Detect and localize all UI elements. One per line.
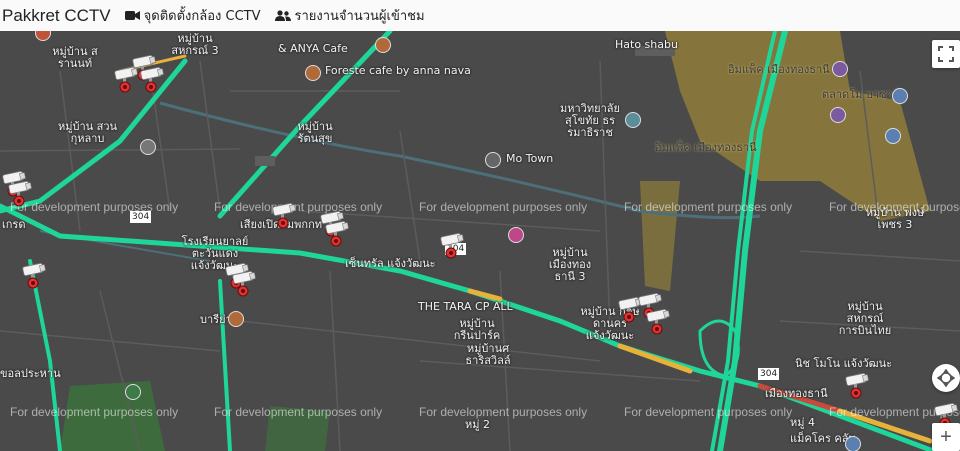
place-label: หมู่บ้าน สหกรณ์ 3 — [171, 32, 219, 57]
road-shield: 304 — [758, 368, 780, 380]
nav-visitor-report[interactable]: รายงานจำนวนผู้เข้าชม — [274, 5, 425, 26]
poi-marker[interactable] — [375, 37, 391, 53]
poi-marker[interactable] — [885, 128, 901, 144]
place-label: Foreste cafe by anna nava — [325, 64, 471, 77]
place-label: THE TARA CP ALL — [418, 300, 513, 313]
poi-marker[interactable] — [485, 152, 501, 168]
cctv-camera-marker[interactable] — [20, 263, 50, 289]
place-label: หมู่ 2 — [465, 418, 490, 431]
place-label: หมู่ 4 — [790, 416, 815, 429]
cctv-camera-marker[interactable] — [438, 233, 468, 259]
place-label: หมู่บ้าน รัตนสุข — [297, 120, 333, 145]
place-label: Mo Town — [506, 152, 554, 165]
poi-marker[interactable] — [830, 107, 846, 123]
fullscreen-icon — [938, 46, 954, 62]
cctv-camera-marker[interactable] — [843, 373, 873, 399]
users-icon — [274, 9, 291, 21]
poi-marker[interactable] — [508, 227, 524, 243]
cctv-camera-marker[interactable] — [6, 181, 36, 207]
place-label: เซ็นทรัล แจ้งวัฒนะ — [345, 257, 436, 270]
cctv-camera-marker[interactable] — [270, 203, 300, 229]
fullscreen-button[interactable] — [932, 40, 960, 68]
poi-marker[interactable] — [625, 112, 641, 128]
place-label: นิช โมโน แจ้งวัฒนะ — [795, 357, 893, 370]
place-label: หมู่บ้าน กรีนปาร์ค — [453, 317, 501, 342]
locate-button[interactable] — [932, 364, 960, 392]
cctv-camera-marker[interactable] — [138, 67, 168, 93]
poi-marker[interactable] — [125, 384, 141, 400]
watermark: For development purposes only — [419, 405, 588, 419]
place-label: หมู่บ้าน เมืองทอง ธานี 3 — [548, 246, 592, 283]
place-label: หมู่บ้าน สวนกุหลาบ — [57, 120, 118, 145]
watermark: For development purposes only — [10, 405, 179, 419]
location-icon — [937, 369, 955, 387]
place-label: อิมแพ็ค เมืองทองธานี — [728, 63, 830, 76]
poi-marker[interactable] — [228, 311, 244, 327]
nav-visitor-report-label: รายงานจำนวนผู้เข้าชม — [294, 9, 425, 24]
place-label: หมู่บ้านศ ธาริสวิลล์ — [465, 342, 511, 367]
watermark: For development purposes only — [214, 405, 383, 419]
poi-marker[interactable] — [845, 436, 861, 451]
brand-title[interactable]: Pakkret CCTV — [2, 6, 111, 26]
place-label: & ANYA Cafe — [278, 42, 348, 55]
place-label: มหาวิทยาลัย สุโขทัย ธรรมาธิราช — [560, 102, 620, 139]
poi-marker[interactable] — [305, 65, 321, 81]
watermark: For development purposes only — [419, 200, 588, 214]
video-camera-icon — [124, 11, 140, 20]
navbar: Pakkret CCTV จุดติดตั้งกล้อง CCTV รายงาน… — [0, 0, 960, 32]
map[interactable]: 304 304 304 หมู่บ้าน สรานนท์ หมู่บ้าน สห… — [0, 31, 960, 451]
place-label: เมืองทองธานี — [765, 387, 828, 400]
nav-cctv-locations-label: จุดติดตั้งกล้อง CCTV — [143, 9, 261, 24]
nav-cctv-locations[interactable]: จุดติดตั้งกล้อง CCTV — [124, 5, 261, 26]
watermark: For development purposes only — [624, 200, 793, 214]
place-label: หมู่บ้าน สรานนท์ — [52, 45, 98, 70]
watermark: For development purposes only — [829, 200, 960, 214]
cctv-camera-marker[interactable] — [644, 309, 674, 335]
poi-marker[interactable] — [832, 61, 848, 77]
place-label: ขอลประหาน — [0, 367, 61, 380]
place-label: ตลาดโม บาซาร์ — [822, 88, 899, 101]
place-label: เกรด — [2, 218, 26, 231]
watermark: For development purposes only — [624, 405, 793, 419]
place-label: หมู่บ้าน สหกรณ์ การบินไทย — [838, 300, 892, 337]
cctv-camera-marker[interactable] — [323, 221, 353, 247]
cctv-camera-marker[interactable] — [230, 271, 260, 297]
poi-marker[interactable] — [892, 88, 908, 104]
place-label: อิมแพ็ค เมืองทองธานี — [655, 141, 757, 154]
poi-marker[interactable] — [140, 139, 156, 155]
zoom-in-button[interactable]: + — [932, 423, 960, 451]
place-label: Hato shabu — [615, 38, 678, 51]
